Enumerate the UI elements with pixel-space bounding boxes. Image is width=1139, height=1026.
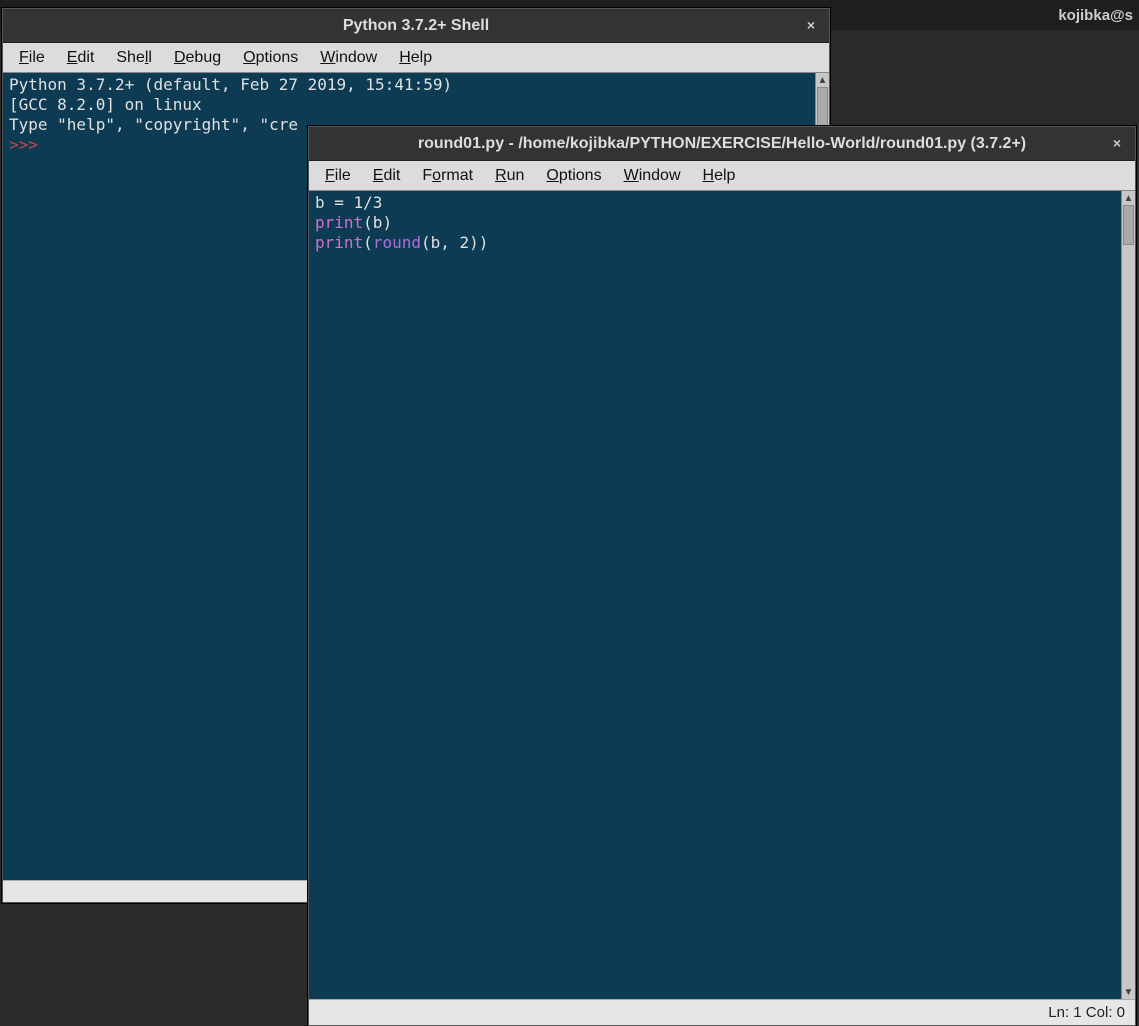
shell-line-1: Python 3.7.2+ (default, Feb 27 2019, 15:… (9, 75, 462, 94)
editor-titlebar[interactable]: round01.py - /home/kojibka/PYTHON/EXERCI… (309, 127, 1135, 161)
close-icon: × (1113, 135, 1121, 151)
editor-title: round01.py - /home/kojibka/PYTHON/EXERCI… (418, 135, 1026, 153)
menu-format[interactable]: Format (412, 165, 483, 187)
code-print-2: print (315, 233, 363, 252)
menu-file[interactable]: File (315, 165, 361, 187)
close-button[interactable]: × (799, 13, 823, 37)
scroll-thumb[interactable] (817, 87, 828, 127)
scroll-up-icon[interactable]: ▲ (816, 73, 829, 87)
editor-statusbar: Ln: 1 Col: 0 (309, 999, 1135, 1025)
scroll-thumb[interactable] (1123, 205, 1134, 245)
code-rest-1: (b) (363, 213, 392, 232)
shell-line-2: [GCC 8.2.0] on linux (9, 95, 202, 114)
code-line-1: b = 1/3 (315, 193, 382, 212)
scroll-up-icon[interactable]: ▲ (1122, 191, 1135, 205)
menu-help[interactable]: Help (693, 165, 746, 187)
menu-edit[interactable]: Edit (363, 165, 411, 187)
shell-title: Python 3.7.2+ Shell (343, 17, 489, 35)
shell-titlebar[interactable]: Python 3.7.2+ Shell × (3, 9, 829, 43)
menu-shell[interactable]: Shell (106, 47, 162, 69)
code-paren: ( (363, 233, 373, 252)
code-round: round (373, 233, 421, 252)
shell-line-3: Type "help", "copyright", "cre (9, 115, 298, 134)
code-editor[interactable]: b = 1/3 print(b) print(round(b, 2)) (309, 191, 1121, 999)
shell-prompt: >>> (9, 135, 48, 154)
editor-scrollbar[interactable]: ▲ ▼ (1121, 191, 1135, 999)
menu-options[interactable]: Options (233, 47, 308, 69)
shell-menubar: File Edit Shell Debug Options Window Hel… (3, 43, 829, 73)
menu-file[interactable]: File (9, 47, 55, 69)
user-host-label: kojibka@s (1058, 7, 1133, 24)
menu-help[interactable]: Help (389, 47, 442, 69)
close-icon: × (807, 17, 815, 33)
menu-run[interactable]: Run (485, 165, 534, 187)
editor-client: b = 1/3 print(b) print(round(b, 2)) ▲ ▼ (309, 191, 1135, 999)
code-rest-2: (b, 2)) (421, 233, 488, 252)
menu-edit[interactable]: Edit (57, 47, 105, 69)
menu-debug[interactable]: Debug (164, 47, 231, 69)
editor-window[interactable]: round01.py - /home/kojibka/PYTHON/EXERCI… (308, 126, 1136, 1026)
cursor-position: Ln: 1 Col: 0 (1048, 1004, 1125, 1021)
code-print-1: print (315, 213, 363, 232)
scroll-down-icon[interactable]: ▼ (1122, 985, 1135, 999)
menu-window[interactable]: Window (310, 47, 387, 69)
close-button[interactable]: × (1105, 131, 1129, 155)
editor-menubar: File Edit Format Run Options Window Help (309, 161, 1135, 191)
menu-options[interactable]: Options (536, 165, 611, 187)
menu-window[interactable]: Window (614, 165, 691, 187)
